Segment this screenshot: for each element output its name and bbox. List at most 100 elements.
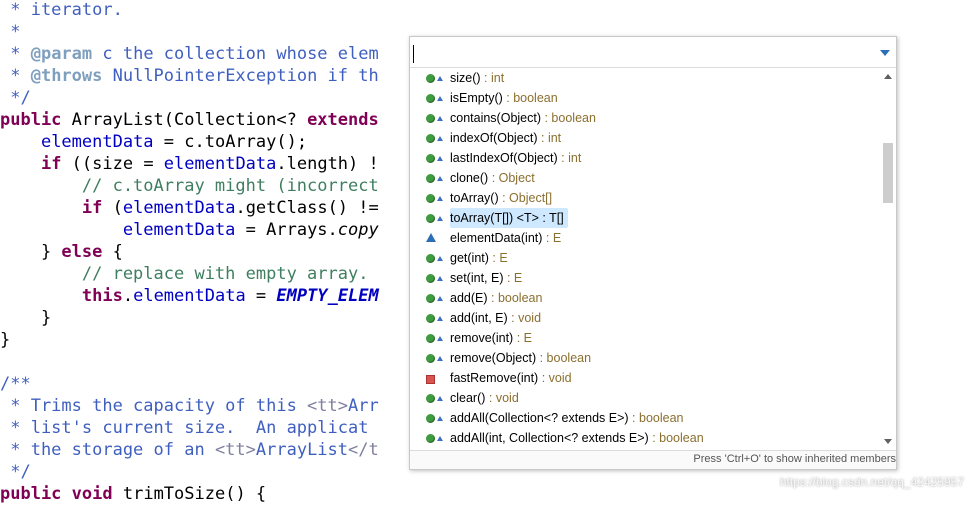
outline-item[interactable]: add(int, E) : void <box>426 308 545 328</box>
public-method-icon <box>426 194 435 203</box>
public-method-icon <box>426 134 435 143</box>
member-signature: add(E) <box>450 291 488 305</box>
override-marker-icon <box>437 356 443 361</box>
member-return-type: : boolean <box>536 351 592 365</box>
code-line: * <box>0 22 21 42</box>
member-return-type: : Object[] <box>498 191 553 205</box>
public-method-icon <box>426 314 435 323</box>
outline-item[interactable]: elementData(int) : E <box>426 228 565 248</box>
public-method-icon <box>426 274 435 283</box>
outline-item[interactable]: lastIndexOf(Object) : int <box>426 148 585 168</box>
override-marker-icon <box>437 136 443 141</box>
code-line: */ <box>0 88 31 108</box>
override-marker-icon <box>437 256 443 261</box>
override-marker-icon <box>437 436 443 441</box>
member-signature: clear() <box>450 391 486 405</box>
outline-item[interactable]: contains(Object) : boolean <box>426 108 600 128</box>
code-line: * @throws NullPointerException if th <box>0 66 379 86</box>
member-signature: toArray(T[]) <T> : T[] <box>450 211 564 225</box>
member-return-type: : void <box>485 391 519 405</box>
scrollbar[interactable] <box>880 68 896 450</box>
public-method-icon <box>426 334 435 343</box>
public-method-icon <box>426 354 435 363</box>
public-method-icon <box>426 394 435 403</box>
public-method-icon <box>426 434 435 443</box>
outline-item[interactable]: set(int, E) : E <box>426 268 526 288</box>
override-marker-icon <box>437 76 443 81</box>
code-line: } <box>0 330 11 350</box>
member-return-type: : boolean <box>541 111 596 125</box>
outline-member-list[interactable]: size() : int isEmpty() : boolean contains(… <box>410 68 880 448</box>
scroll-up-icon[interactable] <box>884 74 892 79</box>
public-method-icon <box>426 94 435 103</box>
member-return-type: : void <box>507 311 542 325</box>
outline-item[interactable]: toArray() : Object[] <box>426 188 556 208</box>
public-method-icon <box>426 414 435 423</box>
outline-item[interactable]: indexOf(Object) : int <box>426 128 565 148</box>
outline-item[interactable]: remove(int) : E <box>426 328 536 348</box>
member-signature: addAll(int, Collection<? extends E>) <box>450 431 649 445</box>
code-line: } else { <box>0 242 123 262</box>
member-signature: set(int, E) <box>450 271 504 285</box>
outline-item[interactable]: clone() : Object <box>426 168 539 188</box>
outline-item[interactable]: fastRemove(int) : void <box>426 368 576 388</box>
code-line: if ((size = elementData.length) ! <box>40 154 379 174</box>
override-marker-icon <box>437 416 443 421</box>
override-marker-icon <box>437 216 443 221</box>
member-signature: size() <box>450 71 481 85</box>
status-bar: Press 'Ctrl+O' to show inherited members <box>410 450 896 469</box>
view-menu-dropdown-icon[interactable] <box>880 50 890 56</box>
outline-item[interactable]: size() : int <box>426 68 508 88</box>
outline-item[interactable]: addAll(Collection<? extends E>) : boolea… <box>426 408 688 428</box>
code-line: /** <box>0 374 31 394</box>
member-return-type: : E <box>503 271 523 285</box>
outline-item[interactable]: addAll(int, Collection<? extends E>) : b… <box>426 428 708 448</box>
override-marker-icon <box>437 196 443 201</box>
scroll-thumb[interactable] <box>883 143 893 203</box>
override-marker-icon <box>437 116 443 121</box>
scroll-down-icon[interactable] <box>884 439 892 444</box>
override-marker-icon <box>437 396 443 401</box>
code-line: public void trimToSize() { <box>0 484 267 504</box>
member-return-type: : boolean <box>502 91 558 105</box>
member-signature: lastIndexOf(Object) <box>450 151 558 165</box>
member-return-type: : int <box>557 151 582 165</box>
code-line: * list's current size. An applicat <box>0 418 369 438</box>
code-line: */ <box>0 462 31 482</box>
public-method-icon <box>426 114 435 123</box>
code-line: // replace with empty array. <box>0 264 369 284</box>
code-line: if (elementData.getClass() != <box>81 198 379 218</box>
code-line: public ArrayList(Collection<? extends <box>0 110 379 130</box>
override-marker-icon <box>437 156 443 161</box>
code-line: // c.toArray might (incorrect <box>0 176 379 196</box>
code-line: elementData = c.toArray(); <box>40 132 308 152</box>
public-method-icon <box>426 254 435 263</box>
code-line: * iterator. <box>0 0 123 20</box>
code-line: } <box>0 308 52 328</box>
code-line: elementData = Arrays.copy <box>122 220 379 240</box>
outline-item[interactable]: get(int) : E <box>426 248 512 268</box>
member-return-type: : E <box>513 331 532 345</box>
member-signature: fastRemove(int) <box>450 371 539 385</box>
member-signature: contains(Object) <box>450 111 542 125</box>
member-return-type: : boolean <box>487 291 543 305</box>
member-return-type: : void <box>538 371 572 385</box>
member-signature: toArray() <box>450 191 499 205</box>
outline-item[interactable]: remove(Object) : boolean <box>426 348 595 368</box>
text-caret <box>413 45 414 63</box>
public-method-icon <box>426 74 435 83</box>
member-signature: indexOf(Object) <box>450 131 538 145</box>
outline-item[interactable]: add(E) : boolean <box>426 288 546 308</box>
override-marker-icon <box>437 316 443 321</box>
member-return-type: : E <box>542 231 562 245</box>
outline-item[interactable]: clear() : void <box>426 388 523 408</box>
outline-item[interactable]: toArray(T[]) <T> : T[] <box>426 208 568 228</box>
member-signature: isEmpty() <box>450 91 503 105</box>
member-signature: remove(Object) <box>450 351 537 365</box>
member-signature: elementData(int) <box>450 231 543 245</box>
private-method-icon <box>426 375 435 384</box>
outline-filter-input[interactable] <box>410 37 896 68</box>
outline-item[interactable]: isEmpty() : boolean <box>426 88 562 108</box>
override-marker-icon <box>437 176 443 181</box>
quick-outline-popup[interactable]: size() : int isEmpty() : boolean contains(… <box>409 36 897 470</box>
